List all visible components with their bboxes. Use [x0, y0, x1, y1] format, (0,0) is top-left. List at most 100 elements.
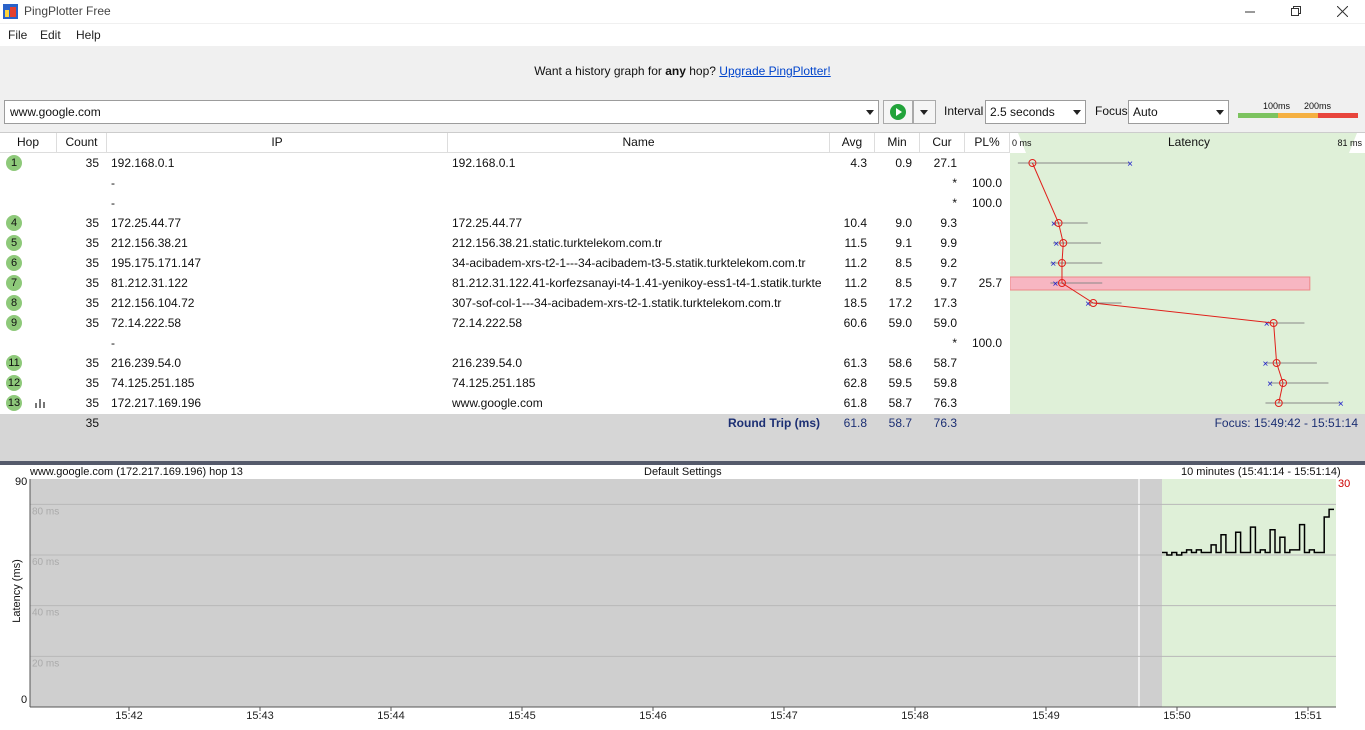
- cell-ip: 195.175.171.147: [111, 256, 202, 270]
- hop-number-badge: 6: [6, 255, 22, 271]
- cell-pl: 100.0: [971, 336, 1002, 350]
- table-row[interactable]: - * 100.0: [0, 333, 1010, 353]
- cell-name: 192.168.0.1: [452, 156, 516, 170]
- col-cur[interactable]: Cur: [920, 133, 965, 153]
- interval-label: Interval: [944, 104, 984, 118]
- summary-label: Round Trip (ms): [728, 416, 820, 430]
- col-ip[interactable]: IP: [107, 133, 448, 153]
- cell-cur: 58.7: [933, 356, 957, 370]
- cell-min: 17.2: [888, 296, 912, 310]
- table-row[interactable]: 5 35 212.156.38.21 212.156.38.21.static.tur…: [0, 233, 1010, 253]
- x-tick-label: 15:46: [639, 710, 667, 722]
- menu-file[interactable]: File: [8, 28, 27, 42]
- focus-select[interactable]: Auto: [1128, 100, 1229, 124]
- close-button[interactable]: [1319, 0, 1365, 23]
- latency-min-label: 0 ms: [1012, 138, 1032, 148]
- col-hop[interactable]: Hop: [0, 133, 57, 153]
- hop-number-badge: 1: [6, 155, 22, 171]
- cell-pl: 100.0: [971, 176, 1002, 190]
- bar-chart-icon[interactable]: [35, 398, 47, 408]
- graph-background: [30, 479, 1336, 707]
- cell-count: 35: [85, 276, 99, 290]
- upgrade-link[interactable]: Upgrade PingPlotter!: [719, 64, 830, 78]
- col-avg[interactable]: Avg: [830, 133, 875, 153]
- restore-button[interactable]: [1273, 0, 1319, 23]
- x-tick-label: 15:47: [770, 710, 798, 722]
- latency-color-scale: [1238, 113, 1358, 118]
- table-row[interactable]: 11 35 216.239.54.0 216.239.54.0 61.3 58.6 58.7: [0, 353, 1010, 373]
- table-row[interactable]: 1 35 192.168.0.1 192.168.0.1 4.3 0.9 27.1: [0, 153, 1010, 173]
- summary-min: 58.7: [888, 416, 912, 430]
- hop-number-badge: 4: [6, 215, 22, 231]
- x-tick-label: 15:48: [901, 710, 929, 722]
- cell-min: 8.5: [895, 256, 912, 270]
- table-row[interactable]: 6 35 195.175.171.147 34-acibadem-xrs-t2-1--…: [0, 253, 1010, 273]
- chevron-down-icon: [1073, 110, 1081, 115]
- col-count[interactable]: Count: [57, 133, 107, 153]
- gridline-label: 80 ms: [32, 506, 59, 517]
- hop-number-badge: 13: [6, 395, 22, 411]
- menu-bar: File Edit Help: [0, 24, 1365, 46]
- summary-cur: 76.3: [933, 416, 957, 430]
- cell-count: 35: [85, 296, 99, 310]
- interval-select[interactable]: 2.5 seconds: [985, 100, 1086, 124]
- col-pl[interactable]: PL%: [965, 133, 1010, 153]
- current-latency-marker: ×: [1264, 319, 1270, 330]
- cell-cur: 76.3: [933, 396, 957, 410]
- cell-count: 35: [85, 376, 99, 390]
- cell-ip: 212.156.38.21: [111, 236, 188, 250]
- table-row[interactable]: 4 35 172.25.44.77 172.25.44.77 10.4 9.0 9.3: [0, 213, 1010, 233]
- app-window: PingPlotter Free File Edit Help Want a h…: [0, 0, 1365, 730]
- cell-min: 59.0: [888, 316, 912, 330]
- table-row[interactable]: 12 35 74.125.251.185 74.125.251.185 62.8 59.5…: [0, 373, 1010, 393]
- table-row[interactable]: 13 35 172.217.169.196 www.google.com 61.8 58.…: [0, 393, 1010, 413]
- cell-avg: 60.6: [843, 316, 867, 330]
- x-tick-label: 15:42: [115, 710, 143, 722]
- hop-number-badge: 9: [6, 315, 22, 331]
- menu-help[interactable]: Help: [76, 28, 101, 42]
- start-trace-button[interactable]: [883, 100, 913, 124]
- latency-time-chart: 80 ms 60 ms 40 ms 20 ms 15:42 15:43 15:44 15:45…: [29, 479, 1336, 722]
- scale-200-label: 200ms: [1304, 101, 1332, 111]
- close-icon: [1336, 6, 1348, 17]
- scale-red: [1318, 113, 1358, 118]
- latency-header[interactable]: Latency: [1168, 135, 1210, 149]
- cell-name: 74.125.251.185: [452, 376, 536, 390]
- cell-ip: 212.156.104.72: [111, 296, 195, 310]
- hop-number-badge: 11: [6, 355, 22, 371]
- menu-edit[interactable]: Edit: [40, 28, 61, 42]
- target-input[interactable]: www.google.com: [10, 105, 101, 119]
- start-options-dropdown[interactable]: [913, 100, 936, 124]
- play-icon: [890, 104, 906, 120]
- upgrade-banner: Want a history graph for any hop? Upgrad…: [0, 64, 1365, 78]
- cell-ip: 72.14.222.58: [111, 316, 182, 330]
- minimize-icon: [1244, 11, 1255, 13]
- table-row[interactable]: 8 35 212.156.104.72 307-sof-col-1---34-acib…: [0, 293, 1010, 313]
- table-row[interactable]: - * 100.0: [0, 193, 1010, 213]
- cell-avg: 61.8: [843, 396, 867, 410]
- table-row[interactable]: 9 35 72.14.222.58 72.14.222.58 60.6 59.0 59.0: [0, 313, 1010, 333]
- cell-ip: -: [111, 336, 115, 350]
- gridline-label: 20 ms: [32, 658, 59, 669]
- col-name[interactable]: Name: [448, 133, 830, 153]
- time-separator: [1138, 479, 1140, 707]
- target-combobox[interactable]: www.google.com: [4, 100, 879, 124]
- cell-ip: 172.217.169.196: [111, 396, 202, 410]
- focus-label: Focus: [1095, 104, 1128, 118]
- chevron-down-icon[interactable]: [866, 110, 874, 115]
- table-row[interactable]: - * 100.0: [0, 173, 1010, 193]
- col-min[interactable]: Min: [875, 133, 920, 153]
- cell-count: 35: [85, 256, 99, 270]
- column-headers: Hop Count IP Name Avg Min Cur PL%: [0, 133, 1010, 153]
- cell-count: 35: [85, 396, 99, 410]
- cell-min: 9.1: [895, 236, 912, 250]
- x-tick-label: 15:45: [508, 710, 536, 722]
- banner-text-prefix: Want a history graph for: [534, 64, 666, 78]
- time-graph-panel: www.google.com (172.217.169.196) hop 13 …: [0, 465, 1365, 730]
- focus-region: [1162, 479, 1336, 707]
- minimize-button[interactable]: [1227, 0, 1273, 23]
- cell-avg: 4.3: [850, 156, 867, 170]
- table-row[interactable]: 7 35 81.212.31.122 81.212.31.122.41-korfezs…: [0, 273, 1010, 293]
- latency-chart: ××××××××××: [1010, 133, 1365, 410]
- cell-cur: 9.2: [940, 256, 957, 270]
